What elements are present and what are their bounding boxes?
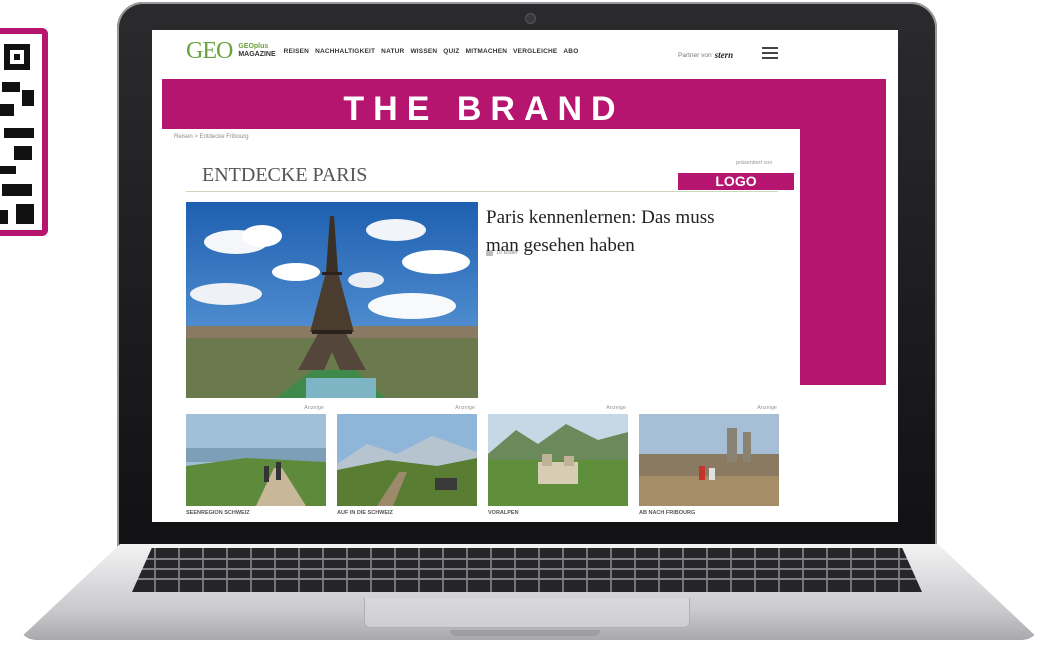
ad-label: Anzeige [757, 405, 777, 411]
hamburger-icon[interactable] [762, 47, 778, 59]
partner-link[interactable]: Partner von stern [678, 50, 733, 60]
camera-icon [486, 250, 493, 256]
card-caption: AB NACH FRIBOURG [639, 510, 696, 516]
page-title: ENTDECKE PARIS [202, 164, 368, 186]
main-nav: REISEN NACHHALTIGKEIT NATUR WISSEN QUIZ … [284, 48, 585, 55]
card-image [186, 414, 326, 506]
site-header: GEO GEOplus MAGAZINE REISEN NACHHALTIGKE… [186, 38, 584, 64]
ad-card-schweiz[interactable]: Anzeige AUF IN DIE SCHWEIZ [337, 405, 477, 522]
card-image [488, 414, 628, 506]
nav-item-natur[interactable]: NATUR [381, 48, 404, 55]
nav-item-wissen[interactable]: WISSEN [410, 48, 437, 55]
ad-card-seenregion[interactable]: Anzeige SEENREGION SCHWEIZ [186, 405, 326, 522]
nav-item-mitmachen[interactable]: MITMACHEN [466, 48, 508, 55]
webcam-icon [526, 14, 535, 23]
laptop-notch [450, 630, 600, 636]
ad-label: Anzeige [304, 405, 324, 411]
geo-logo[interactable]: GEO [186, 38, 233, 65]
nav-item-quiz[interactable]: QUIZ [443, 48, 459, 55]
laptop-screen: GEO GEOplus MAGAZINE REISEN NACHHALTIGKE… [152, 30, 898, 522]
ad-card-fribourg[interactable]: Anzeige AB NACH FRIBOURG [639, 405, 779, 522]
nav-item-abo[interactable]: ABO [563, 48, 578, 55]
nav-item-vergleiche[interactable]: VERGLEICHE [513, 48, 557, 55]
card-image [639, 414, 779, 506]
ad-card-voralpen[interactable]: Anzeige VORALPEN [488, 405, 628, 522]
breadcrumb[interactable]: Reisen > Entdecke Fribourg [174, 134, 249, 140]
card-caption: AUF IN DIE SCHWEIZ [337, 510, 393, 516]
nav-item-nachhaltigkeit[interactable]: NACHHALTIGKEIT [315, 48, 375, 55]
stern-logo: stern [714, 50, 734, 60]
geoplus-link[interactable]: GEOplus MAGAZINE [238, 43, 275, 59]
card-caption: SEENREGION SCHWEIZ [186, 510, 250, 516]
photo-count: 10 Bilder [486, 250, 518, 256]
title-divider [186, 191, 778, 192]
hero-image[interactable] [186, 202, 478, 398]
card-caption: VORALPEN [488, 510, 519, 516]
card-image [337, 414, 477, 506]
ad-label: Anzeige [455, 405, 475, 411]
brand-text: THE BRAND [343, 90, 625, 128]
laptop-trackpad [364, 598, 690, 628]
ad-label: Anzeige [606, 405, 626, 411]
qr-code [0, 28, 48, 236]
sponsor-logo: LOGO [678, 173, 794, 190]
brand-side-panel [800, 79, 886, 385]
laptop-keyboard [132, 548, 922, 592]
article-headline[interactable]: Paris kennenlernen: Das muss man gesehen… [486, 204, 746, 260]
nav-item-reisen[interactable]: REISEN [284, 48, 309, 55]
presented-by-label: präsentiert von [736, 160, 773, 166]
